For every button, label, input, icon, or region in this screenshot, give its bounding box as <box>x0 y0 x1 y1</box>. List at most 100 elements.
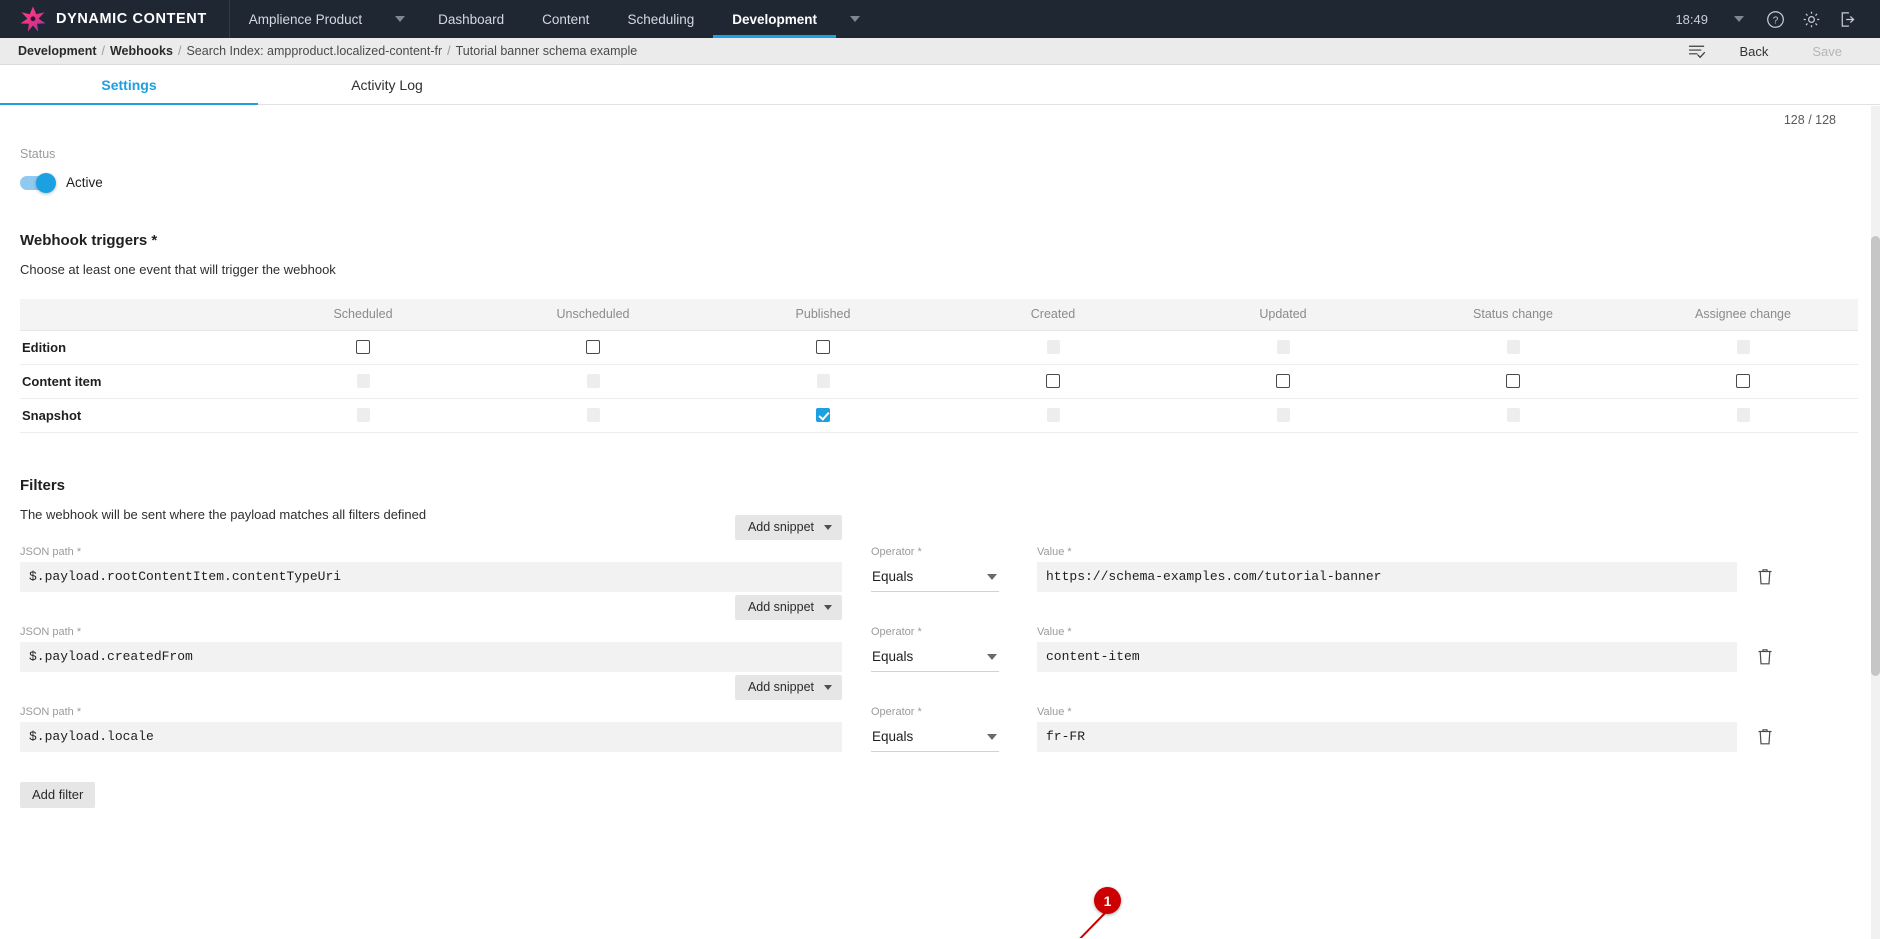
column-header-status-change: Status change <box>1398 299 1628 331</box>
nav-item-amplience-product[interactable]: Amplience Product <box>230 0 381 38</box>
filters-header: Filters The webhook will be sent where t… <box>20 477 1858 522</box>
filter-row-3-operator-label: Operator * <box>871 705 922 718</box>
annotation-marker-1: 1 <box>1094 887 1121 914</box>
filter-row-2-operator-group: Operator * Equals <box>871 626 999 672</box>
nav-item-development[interactable]: Development <box>713 0 836 38</box>
filter-row-3-delete-button[interactable] <box>1737 722 1793 752</box>
logout-icon <box>1841 11 1854 27</box>
tab-activity-log[interactable]: Activity Log <box>258 65 516 104</box>
chevron-down-icon <box>824 684 832 690</box>
vertical-scrollbar-track[interactable] <box>1871 106 1880 939</box>
cell-snapshot-scheduled <box>248 398 478 433</box>
breadcrumb-separator: / <box>177 44 182 58</box>
operator-value: Equals <box>872 648 914 664</box>
breadcrumb-item-webhooks[interactable]: Webhooks <box>110 44 173 58</box>
filter-row-1-value-label: Value * <box>1037 545 1072 558</box>
filter-row-3-add-snippet-button[interactable]: Add snippet <box>734 674 842 700</box>
tab-label: Activity Log <box>351 76 423 93</box>
filter-row-1-value-input[interactable] <box>1037 561 1737 592</box>
nav-item-label: Dashboard <box>438 11 505 27</box>
filter-row-2-add-snippet-button[interactable]: Add snippet <box>734 594 842 620</box>
chevron-down-icon <box>987 653 997 660</box>
user-menu-dropdown[interactable] <box>1722 0 1756 38</box>
list-check-icon <box>1688 45 1706 59</box>
column-header-unscheduled: Unscheduled <box>478 299 708 331</box>
add-filter-button[interactable]: Add filter <box>20 781 96 808</box>
checkbox-snapshot-status-change <box>1506 408 1520 423</box>
nav-item-label: Scheduling <box>627 11 695 27</box>
column-header-created: Created <box>938 299 1168 331</box>
filter-row-3-value-label: Value * <box>1037 705 1072 718</box>
filter-row-1-delete-button[interactable] <box>1737 562 1793 592</box>
breadcrumb-bar: Development / Webhooks / Search Index: a… <box>0 38 1880 65</box>
trash-icon <box>1758 728 1772 744</box>
chevron-down-icon <box>824 524 832 530</box>
filter-row-3-value-input[interactable] <box>1037 721 1737 752</box>
checkbox-content-item-assignee-change[interactable] <box>1736 374 1750 389</box>
save-button[interactable]: Save <box>1790 38 1864 65</box>
list-check-button[interactable] <box>1677 38 1717 65</box>
tab-bar: Settings Activity Log <box>0 65 1880 105</box>
chevron-down-icon <box>824 604 832 610</box>
checkbox-edition-published[interactable] <box>816 340 830 355</box>
filter-row-1-operator-select[interactable]: Equals <box>871 562 999 592</box>
breadcrumb-item-search-index: Search Index: ampproduct.localized-conte… <box>186 44 443 58</box>
filter-row-2: Add snippet JSON path * Operator * Equal… <box>20 594 1858 672</box>
status-toggle-row: Active <box>20 172 1858 193</box>
row-label-edition: Edition <box>20 330 248 365</box>
checkbox-content-item-status-change[interactable] <box>1506 374 1520 389</box>
nav-item-scheduling[interactable]: Scheduling <box>608 0 713 38</box>
checkbox-edition-created <box>1046 340 1060 355</box>
checkbox-edition-updated <box>1276 340 1290 355</box>
filter-row-2-operator-select[interactable]: Equals <box>871 642 999 672</box>
breadcrumb: Development / Webhooks / Search Index: a… <box>18 44 637 58</box>
filter-row-3-jsonpath-label: JSON path * <box>20 705 82 718</box>
column-header-scheduled: Scheduled <box>248 299 478 331</box>
checkbox-snapshot-scheduled <box>356 408 370 423</box>
checkbox-content-item-created[interactable] <box>1046 374 1060 389</box>
filter-row-1: Add snippet JSON path * Operator * Equal… <box>20 514 1858 592</box>
checkbox-snapshot-published[interactable] <box>816 408 830 423</box>
help-button[interactable]: ? <box>1758 0 1792 38</box>
settings-button[interactable] <box>1794 0 1828 38</box>
back-button[interactable]: Back <box>1717 38 1790 65</box>
checkbox-content-item-unscheduled <box>586 374 600 389</box>
nav-item-label: Development <box>732 11 818 27</box>
vertical-scrollbar-thumb[interactable] <box>1871 236 1880 676</box>
filter-row-2-value-group: Value * <box>1037 626 1737 672</box>
status-toggle[interactable] <box>20 172 56 193</box>
checkbox-content-item-scheduled <box>356 374 370 389</box>
nav-item-dashboard[interactable]: Dashboard <box>419 0 523 38</box>
logout-button[interactable] <box>1830 0 1864 38</box>
checkbox-edition-scheduled[interactable] <box>356 340 370 355</box>
cell-edition-status-change <box>1398 330 1628 365</box>
column-header-updated: Updated <box>1168 299 1398 331</box>
character-counter: 128 / 128 <box>1783 113 1836 127</box>
cell-snapshot-published <box>708 398 938 433</box>
checkbox-content-item-updated[interactable] <box>1276 374 1290 389</box>
checkbox-edition-unscheduled[interactable] <box>586 340 600 355</box>
tab-settings[interactable]: Settings <box>0 65 258 105</box>
filter-row-3-operator-select[interactable]: Equals <box>871 722 999 752</box>
nav-development-dropdown[interactable] <box>836 0 874 38</box>
column-header-blank <box>20 299 248 331</box>
filter-row-2-jsonpath-label: JSON path * <box>20 625 82 638</box>
table-row: Snapshot <box>20 398 1858 433</box>
filter-row-1-value-group: Value * <box>1037 546 1737 592</box>
cell-content-item-published <box>708 364 938 399</box>
nav-product-dropdown[interactable] <box>381 0 419 38</box>
status-toggle-label: Active <box>66 175 103 190</box>
brand-area[interactable]: DYNAMIC CONTENT <box>0 0 230 38</box>
breadcrumb-item-development[interactable]: Development <box>18 44 97 58</box>
svg-text:?: ? <box>1772 15 1778 26</box>
filter-row-1-jsonpath-input[interactable] <box>20 561 842 592</box>
nav-item-content[interactable]: Content <box>523 0 608 38</box>
filter-row-2-operator-label: Operator * <box>871 625 922 638</box>
filter-row-2-value-input[interactable] <box>1037 641 1737 672</box>
filter-row-1-add-snippet-button[interactable]: Add snippet <box>734 514 842 540</box>
checkbox-snapshot-unscheduled <box>586 408 600 423</box>
filter-row-3-jsonpath-input[interactable] <box>20 721 842 752</box>
filter-row-2-jsonpath-input[interactable] <box>20 641 842 672</box>
trash-icon <box>1758 568 1772 584</box>
filter-row-2-delete-button[interactable] <box>1737 642 1793 672</box>
